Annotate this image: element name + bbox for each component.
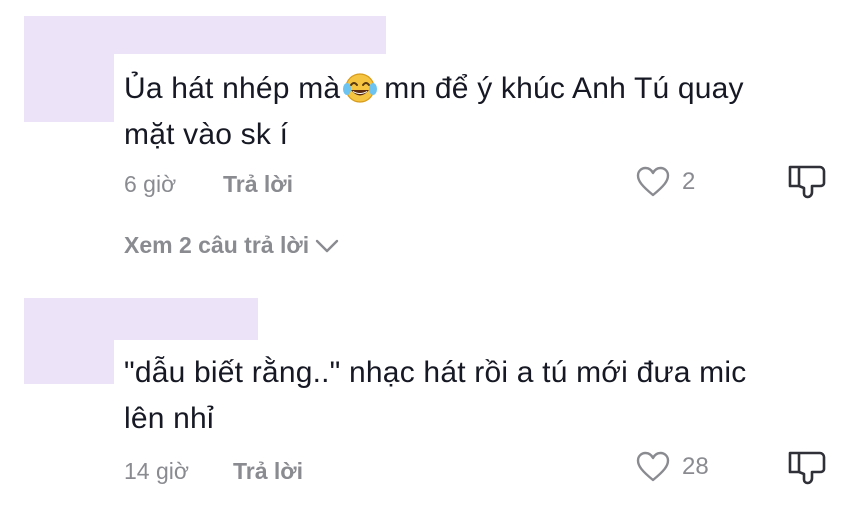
comment-1-dislike-button[interactable] (786, 164, 828, 205)
thumbs-down-icon (788, 165, 826, 199)
redacted-username-1 (24, 16, 386, 54)
laughing-emoji-icon (342, 72, 378, 118)
comment-2-text-line-1: "dẫu biết rằng.." nhạc hát rồi a tú mới … (124, 356, 747, 389)
comment-2-text-line-2: lên nhỉ (124, 402, 214, 435)
comment-1-reply-button[interactable]: Trả lời (223, 171, 293, 198)
comment-2-dislike-button[interactable] (786, 450, 828, 491)
redacted-avatar-1 (24, 54, 114, 122)
thumbs-down-icon (788, 451, 826, 485)
comment-1-like-button[interactable]: 2 (636, 166, 695, 198)
comment-2-like-count: 28 (682, 453, 709, 480)
comment-1-text-part-2: mn để ý khúc Anh Tú quay (384, 72, 744, 105)
redacted-username-2 (24, 298, 258, 340)
comment-2-like-button[interactable]: 28 (636, 451, 709, 483)
comment-1-text-line-1: Ủa hát nhép mà mn để ý khúc Anh Tú quay (124, 66, 744, 118)
view-replies-button[interactable]: Xem 2 câu trả lời (124, 232, 339, 259)
redacted-avatar-2 (24, 340, 114, 384)
chevron-down-icon (315, 239, 339, 252)
comment-2-timestamp: 14 giờ (124, 458, 189, 484)
view-replies-label: Xem 2 câu trả lời (124, 232, 310, 258)
comment-1-like-count: 2 (682, 168, 696, 195)
comment-1-text-part-1: Ủa hát nhép mà (124, 72, 341, 105)
heart-outline-icon (636, 451, 670, 482)
comment-1-text-line-2: mặt vào sk í (124, 118, 289, 151)
heart-outline-icon (636, 166, 670, 197)
comment-1-timestamp: 6 giờ (124, 171, 177, 197)
comment-2-reply-button[interactable]: Trả lời (233, 458, 303, 485)
